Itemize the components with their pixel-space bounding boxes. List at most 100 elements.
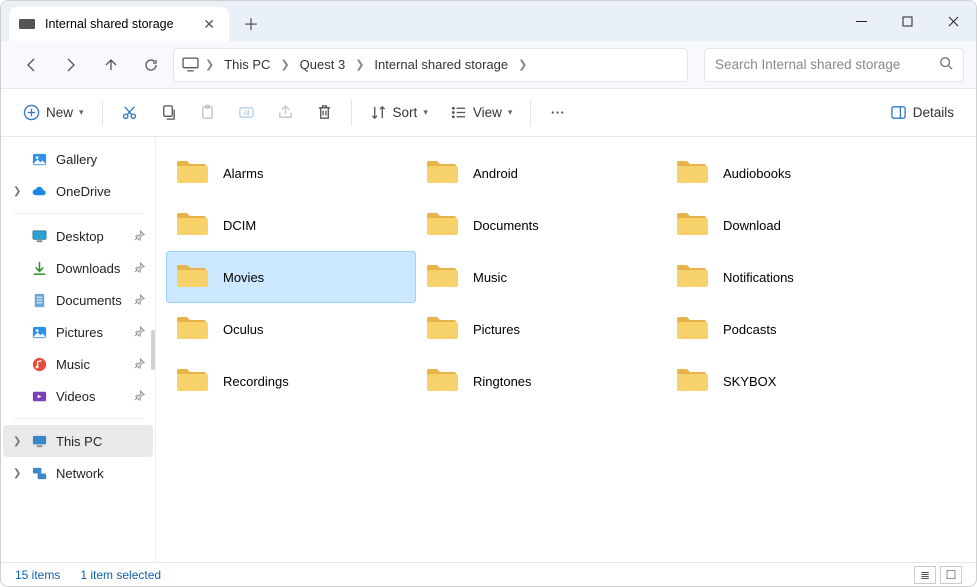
close-tab-button[interactable]: ✕ <box>199 14 219 35</box>
pin-icon <box>134 229 145 244</box>
folder-icon <box>425 261 459 294</box>
folder-label: Podcasts <box>723 322 776 337</box>
folder-dcim[interactable]: DCIM <box>166 199 416 251</box>
delete-button[interactable] <box>306 96 343 130</box>
folder-label: SKYBOX <box>723 374 776 389</box>
download-icon <box>31 260 48 277</box>
search-input[interactable]: Search Internal shared storage <box>704 48 964 82</box>
grid-view-button[interactable]: ☐ <box>940 566 962 584</box>
folder-label: Download <box>723 218 781 233</box>
folder-icon <box>675 365 709 398</box>
copy-button[interactable] <box>150 96 187 130</box>
sidebar: ❯ Gallery ❯ OneDrive ❯ Desktop ❯ Downloa… <box>1 137 156 562</box>
sidebar-item-label: Documents <box>56 293 122 308</box>
desktop-icon <box>31 228 48 245</box>
folder-icon <box>425 157 459 190</box>
more-button[interactable] <box>539 96 576 130</box>
folder-alarms[interactable]: Alarms <box>166 147 416 199</box>
network-icon <box>31 465 48 482</box>
folder-icon <box>175 261 209 294</box>
sidebar-item-desktop[interactable]: ❯ Desktop <box>3 220 153 252</box>
folder-pictures[interactable]: Pictures <box>416 303 666 355</box>
folder-documents[interactable]: Documents <box>416 199 666 251</box>
sidebar-item-onedrive[interactable]: ❯ OneDrive <box>3 175 153 207</box>
folder-icon <box>425 313 459 346</box>
folder-label: Documents <box>473 218 539 233</box>
sidebar-item-documents[interactable]: ❯ Documents <box>3 284 153 316</box>
music-icon <box>31 356 48 373</box>
up-button[interactable] <box>93 49 129 81</box>
folder-podcasts[interactable]: Podcasts <box>666 303 916 355</box>
breadcrumb-item[interactable]: Internal shared storage <box>370 55 512 74</box>
folder-label: Android <box>473 166 518 181</box>
maximize-button[interactable] <box>884 1 930 41</box>
details-label: Details <box>913 105 954 120</box>
back-button[interactable] <box>13 49 49 81</box>
folder-label: Audiobooks <box>723 166 791 181</box>
search-icon <box>939 56 953 73</box>
chevron-right-icon: ❯ <box>280 58 289 71</box>
folder-recordings[interactable]: Recordings <box>166 355 416 407</box>
cut-button[interactable] <box>111 96 148 130</box>
breadcrumb-item[interactable]: This PC <box>220 55 274 74</box>
tab-title: Internal shared storage <box>45 17 174 31</box>
sidebar-item-network[interactable]: ❯ Network <box>3 457 153 489</box>
folder-music[interactable]: Music <box>416 251 666 303</box>
tab-current[interactable]: Internal shared storage ✕ <box>9 7 229 41</box>
folder-skybox[interactable]: SKYBOX <box>666 355 916 407</box>
document-icon <box>31 292 48 309</box>
folder-movies[interactable]: Movies <box>166 251 416 303</box>
sidebar-item-label: Pictures <box>56 325 103 340</box>
chevron-right-icon: ❯ <box>13 436 23 447</box>
sidebar-item-label: This PC <box>56 434 102 449</box>
share-button <box>267 96 304 130</box>
forward-button[interactable] <box>53 49 89 81</box>
folder-label: Pictures <box>473 322 520 337</box>
search-placeholder: Search Internal shared storage <box>715 57 900 72</box>
new-label: New <box>46 105 73 120</box>
chevron-right-icon: ❯ <box>355 58 364 71</box>
sidebar-item-this-pc[interactable]: ❯ This PC <box>3 425 153 457</box>
refresh-button[interactable] <box>133 49 169 81</box>
sort-button[interactable]: Sort▾ <box>360 96 438 130</box>
folder-label: Alarms <box>223 166 263 181</box>
folder-icon <box>675 209 709 242</box>
folder-icon <box>425 365 459 398</box>
folder-download[interactable]: Download <box>666 199 916 251</box>
sidebar-splitter[interactable] <box>151 330 155 370</box>
storage-icon <box>19 19 35 29</box>
breadcrumb-item[interactable]: Quest 3 <box>296 55 350 74</box>
folder-label: Music <box>473 270 507 285</box>
status-bar: 15 items 1 item selected ≣ ☐ <box>1 562 976 586</box>
list-view-button[interactable]: ≣ <box>914 566 936 584</box>
sidebar-item-music[interactable]: ❯ Music <box>3 348 153 380</box>
folder-ringtones[interactable]: Ringtones <box>416 355 666 407</box>
pin-icon <box>134 261 145 276</box>
sidebar-item-downloads[interactable]: ❯ Downloads <box>3 252 153 284</box>
sort-label: Sort <box>393 105 418 120</box>
view-button[interactable]: View▾ <box>440 96 523 130</box>
breadcrumb[interactable]: ❯ This PC ❯ Quest 3 ❯ Internal shared st… <box>173 48 688 82</box>
folder-android[interactable]: Android <box>416 147 666 199</box>
chevron-down-icon: ▾ <box>508 107 513 118</box>
paste-button <box>189 96 226 130</box>
folder-audiobooks[interactable]: Audiobooks <box>666 147 916 199</box>
sidebar-item-label: Desktop <box>56 229 104 244</box>
chevron-right-icon: ❯ <box>205 58 214 71</box>
sidebar-item-videos[interactable]: ❯ Videos <box>3 380 153 412</box>
folder-oculus[interactable]: Oculus <box>166 303 416 355</box>
new-button[interactable]: New ▾ <box>13 96 94 130</box>
pin-icon <box>134 389 145 404</box>
sidebar-item-pictures[interactable]: ❯ Pictures <box>3 316 153 348</box>
folder-label: Ringtones <box>473 374 532 389</box>
details-button[interactable]: Details <box>880 96 964 130</box>
new-tab-button[interactable]: ＋ <box>235 7 267 39</box>
sidebar-item-gallery[interactable]: ❯ Gallery <box>3 143 153 175</box>
folder-notifications[interactable]: Notifications <box>666 251 916 303</box>
folder-icon <box>425 209 459 242</box>
folder-label: DCIM <box>223 218 256 233</box>
close-button[interactable] <box>930 1 976 41</box>
titlebar: Internal shared storage ✕ ＋ <box>1 1 976 41</box>
chevron-down-icon: ▾ <box>79 107 84 118</box>
minimize-button[interactable] <box>838 1 884 41</box>
